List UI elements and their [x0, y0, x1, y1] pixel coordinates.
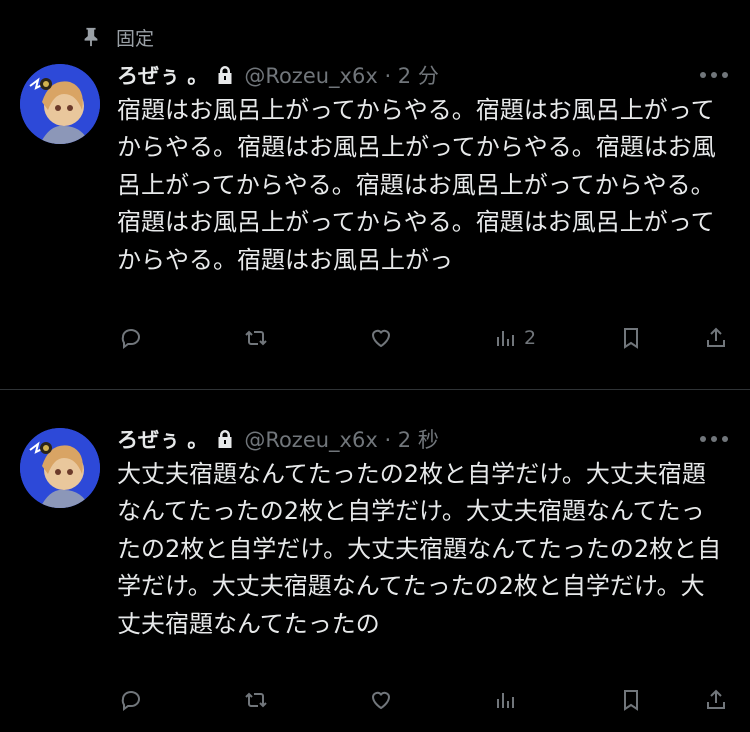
tweet-actions: [0, 688, 750, 722]
share-button[interactable]: [704, 688, 728, 712]
views-count: 2: [524, 327, 537, 349]
retweet-button[interactable]: [244, 688, 268, 712]
views-icon: [497, 693, 514, 708]
bookmark-icon: [624, 690, 638, 711]
display-name[interactable]: ろぜぅ 。: [117, 60, 208, 90]
tweet[interactable]: ろぜぅ 。 @Rozeu_x6x · 2 分 宿題はお風呂上がってからやる。宿題…: [0, 0, 750, 389]
more-icon[interactable]: [700, 435, 728, 443]
share-icon: [707, 327, 725, 347]
retweet-icon: [245, 692, 267, 708]
tweet[interactable]: ろぜぅ 。 @Rozeu_x6x · 2 秒 大丈夫宿題なんてたったの2枚と自学…: [0, 390, 750, 732]
tweet-actions: 2: [0, 326, 750, 360]
bookmark-icon: [624, 328, 638, 349]
bookmark-button[interactable]: [619, 688, 643, 712]
reply-icon: [121, 329, 140, 349]
like-icon: [371, 691, 391, 710]
handle-and-time[interactable]: @Rozeu_x6x · 2 分: [244, 60, 439, 90]
reply-button[interactable]: [119, 326, 143, 350]
tweet-header: ろぜぅ 。 @Rozeu_x6x · 2 分: [117, 60, 439, 90]
avatar[interactable]: [20, 64, 100, 144]
tweet-header: ろぜぅ 。 @Rozeu_x6x · 2 秒: [117, 424, 439, 454]
like-icon: [371, 329, 391, 348]
reply-button[interactable]: [119, 688, 143, 712]
lock-icon: [218, 430, 232, 448]
like-button[interactable]: [369, 326, 393, 350]
reply-icon: [121, 691, 140, 711]
views-button[interactable]: [494, 688, 524, 712]
handle-and-time[interactable]: @Rozeu_x6x · 2 秒: [244, 424, 439, 454]
lock-icon: [218, 66, 232, 84]
tweet-text: 大丈夫宿題なんてたったの2枚と自学だけ。大丈夫宿題なんてたったの2枚と自学だけ。…: [117, 460, 722, 638]
retweet-button[interactable]: [244, 326, 268, 350]
tweet-text: 宿題はお風呂上がってからやる。宿題はお風呂上がってからやる。宿題はお風呂上がって…: [117, 96, 716, 274]
avatar[interactable]: [20, 428, 100, 508]
like-button[interactable]: [369, 688, 393, 712]
views-icon: [497, 331, 514, 346]
views-button[interactable]: 2: [494, 326, 536, 350]
share-button[interactable]: [704, 326, 728, 350]
display-name[interactable]: ろぜぅ 。: [117, 424, 208, 454]
bookmark-button[interactable]: [619, 326, 643, 350]
more-icon[interactable]: [700, 71, 728, 79]
retweet-icon: [245, 330, 267, 346]
share-icon: [707, 689, 725, 709]
